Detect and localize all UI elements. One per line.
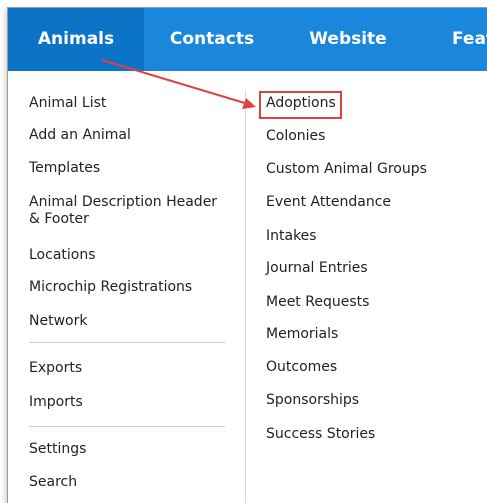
menu-item-journal-entries[interactable]: Journal Entries xyxy=(266,259,368,277)
menu-item-memorials[interactable]: Memorials xyxy=(266,325,338,343)
column-divider xyxy=(245,90,246,503)
menu-item-search[interactable]: Search xyxy=(29,473,77,491)
menu-item-templates[interactable]: Templates xyxy=(29,159,100,177)
tab-animals[interactable]: Animals xyxy=(8,8,144,71)
menu-item-outcomes[interactable]: Outcomes xyxy=(266,358,337,376)
menu-item-event-attendance[interactable]: Event Attendance xyxy=(266,193,391,211)
menu-item-exports[interactable]: Exports xyxy=(29,359,82,377)
menu-item-network[interactable]: Network xyxy=(29,312,87,330)
menu-item-meet-requests[interactable]: Meet Requests xyxy=(266,293,369,311)
menu-divider xyxy=(29,426,225,427)
menu-divider xyxy=(29,342,225,343)
tab-features[interactable]: Feat xyxy=(452,8,487,71)
menu-item-colonies[interactable]: Colonies xyxy=(266,127,325,145)
dropdown-window: Animals Contacts Website Feat Animal Lis… xyxy=(7,7,487,503)
menu-item-success-stories[interactable]: Success Stories xyxy=(266,425,375,443)
menu-item-intakes[interactable]: Intakes xyxy=(266,227,317,245)
menu-item-description-header-footer[interactable]: Animal Description Header & Footer xyxy=(29,194,229,228)
menu-item-microchip-registrations[interactable]: Microchip Registrations xyxy=(29,278,192,296)
menu-item-add-animal[interactable]: Add an Animal xyxy=(29,126,131,144)
menu-item-animal-list[interactable]: Animal List xyxy=(29,94,106,112)
tab-website[interactable]: Website xyxy=(280,8,416,71)
menu-item-locations[interactable]: Locations xyxy=(29,246,96,264)
menu-item-adoptions[interactable]: Adoptions xyxy=(266,94,336,112)
menu-item-settings[interactable]: Settings xyxy=(29,440,86,458)
tab-contacts[interactable]: Contacts xyxy=(144,8,280,71)
menu-item-imports[interactable]: Imports xyxy=(29,393,83,411)
menu-item-custom-animal-groups[interactable]: Custom Animal Groups xyxy=(266,160,427,178)
menu-item-sponsorships[interactable]: Sponsorships xyxy=(266,391,359,409)
top-nav-bar: Animals Contacts Website Feat xyxy=(8,8,487,71)
